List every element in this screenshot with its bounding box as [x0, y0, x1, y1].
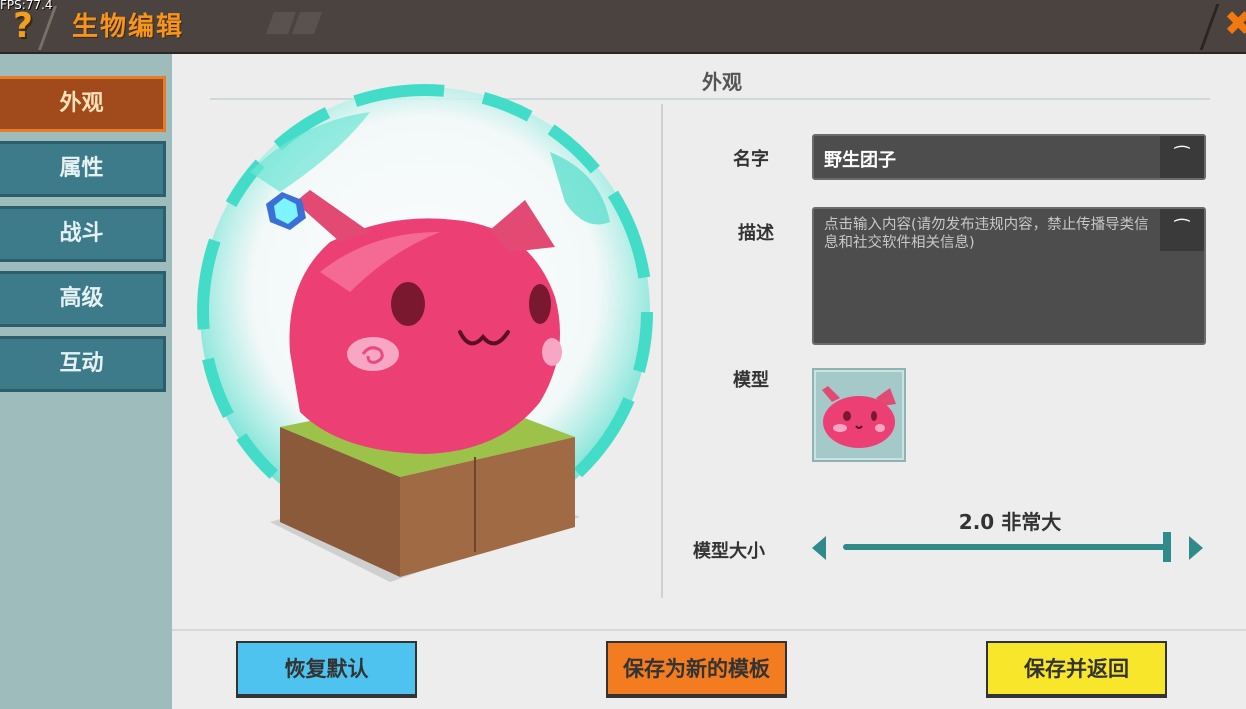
model-thumbnail[interactable]	[812, 368, 906, 462]
header-decoration	[291, 12, 323, 34]
slime-cheek	[347, 337, 399, 371]
description-field[interactable]: 点击输入内容(请勿发布违规内容，禁止传播导类信息和社交软件相关信息) ⁀	[812, 207, 1206, 345]
tab-interaction[interactable]: 互动	[0, 336, 166, 392]
model-label: 模型	[733, 370, 769, 391]
save-as-template-button[interactable]: 保存为新的模板	[606, 641, 787, 698]
tab-combat[interactable]: 战斗	[0, 206, 166, 262]
name-label: 名字	[733, 149, 769, 170]
pink-slime-icon	[822, 386, 896, 448]
eye-closed-icon[interactable]: ⁀	[1160, 209, 1204, 251]
tab-attributes[interactable]: 属性	[0, 141, 166, 197]
header-divider	[37, 6, 58, 50]
decrease-arrow-icon[interactable]	[812, 536, 826, 560]
name-value: 野生团子	[824, 150, 896, 171]
eye-closed-icon[interactable]: ⁀	[1160, 136, 1204, 178]
sidebar: 外观 属性 战斗 高级 互动	[0, 54, 172, 709]
tab-appearance[interactable]: 外观	[0, 76, 166, 132]
close-icon[interactable]: ✖	[1224, 4, 1246, 44]
header-decoration	[265, 12, 297, 34]
description-placeholder: 点击输入内容(请勿发布违规内容，禁止传播导类信息和社交软件相关信息)	[824, 217, 1149, 251]
header-divider	[1199, 4, 1220, 50]
slime-eye-right	[529, 284, 551, 324]
top-bar: ? 生物编辑 ✖ FPS:77.4	[0, 0, 1246, 54]
close-area: ✖	[1199, 0, 1246, 54]
model-size-slider[interactable]	[843, 544, 1171, 550]
slime-cheek	[542, 338, 562, 366]
save-and-return-button[interactable]: 保存并返回	[986, 641, 1167, 698]
fps-counter: FPS:77.4	[0, 0, 53, 12]
slime-eye-left	[391, 282, 425, 326]
slime-body[interactable]	[289, 218, 561, 454]
model-size-label: 模型大小	[693, 541, 765, 562]
reset-default-button[interactable]: 恢复默认	[236, 641, 417, 698]
name-field[interactable]: 野生团子 ⁀	[812, 134, 1206, 180]
increase-arrow-icon[interactable]	[1189, 536, 1203, 560]
creature-preview[interactable]	[190, 82, 660, 602]
panel-divider	[661, 104, 663, 598]
page-title: 生物编辑	[72, 12, 185, 42]
tab-advanced[interactable]: 高级	[0, 271, 166, 327]
model-size-value: 2.0 非常大	[958, 510, 1062, 534]
description-label: 描述	[738, 223, 774, 244]
slider-handle[interactable]	[1163, 532, 1171, 562]
